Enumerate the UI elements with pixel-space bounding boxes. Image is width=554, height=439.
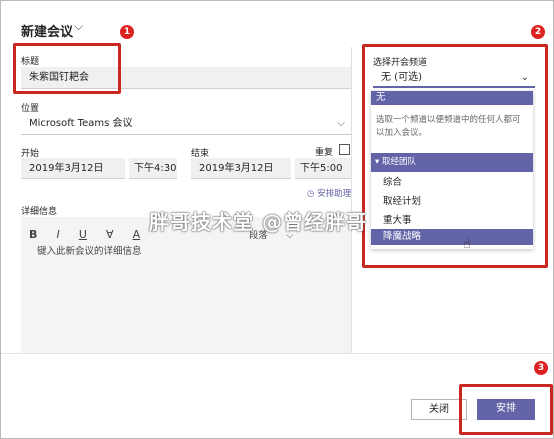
start-time-input[interactable]: 下午4:30 bbox=[129, 158, 177, 179]
schedule-highlight-box bbox=[459, 384, 553, 435]
bold-button[interactable]: B bbox=[29, 228, 37, 241]
repeat-checkbox[interactable] bbox=[339, 144, 350, 155]
channel-highlight-box bbox=[362, 44, 548, 268]
clock-icon: ◷ bbox=[307, 189, 315, 199]
start-date-input[interactable]: 2019年3月12日 bbox=[21, 158, 125, 179]
schedule-assistant-link[interactable]: ◷ 安排助理 bbox=[307, 187, 351, 199]
step-badge-2: 2 bbox=[531, 25, 545, 39]
end-date-input[interactable]: 2019年3月12日 bbox=[191, 158, 291, 179]
details-label: 详细信息 bbox=[21, 207, 58, 217]
details-editor[interactable]: B I U ∀ A 段落 ⌵ 键入此新会议的详细信息 bbox=[21, 217, 351, 353]
end-time-input[interactable]: 下午5:00 bbox=[295, 158, 351, 179]
dialog-title: 新建会议 bbox=[21, 25, 74, 40]
location-select[interactable]: Microsoft Teams 会议 ⌵ bbox=[21, 113, 351, 135]
details-placeholder: 键入此新会议的详细信息 bbox=[37, 246, 142, 257]
strike-button[interactable]: ∀ bbox=[106, 228, 114, 241]
location-value: Microsoft Teams 会议 bbox=[29, 118, 133, 129]
footer-divider bbox=[1, 353, 553, 354]
chevron-down-icon: ⌵ bbox=[337, 118, 345, 129]
underline-button[interactable]: U bbox=[79, 228, 87, 241]
new-meeting-dialog: 新建会议 ⌵ 1 标题 朱紫国钉耙会 位置 Microsoft Teams 会议… bbox=[0, 0, 554, 439]
italic-button[interactable]: I bbox=[56, 228, 59, 241]
watermark: 胖哥技术堂 @曾经胖哥 bbox=[149, 210, 367, 234]
schedule-assistant-label: 安排助理 bbox=[317, 189, 352, 199]
chevron-down-icon[interactable]: ⌵ bbox=[74, 19, 83, 34]
panel-divider bbox=[351, 47, 352, 353]
step-badge-3: 3 bbox=[534, 361, 548, 375]
title-highlight-box bbox=[13, 43, 121, 94]
font-color-button[interactable]: A bbox=[133, 228, 141, 241]
step-badge-1: 1 bbox=[120, 25, 134, 39]
repeat-label: 重复 bbox=[315, 148, 334, 158]
